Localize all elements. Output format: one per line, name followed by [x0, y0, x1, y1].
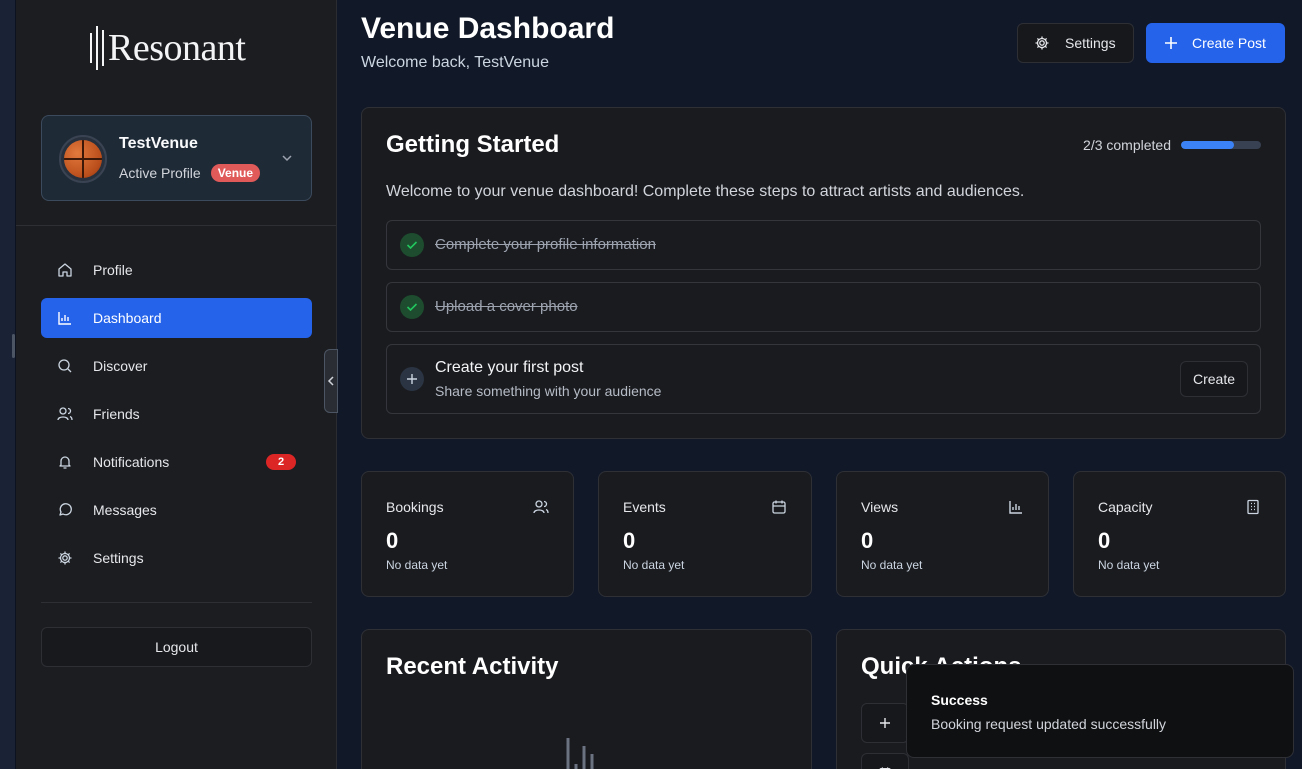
sidebar-item-settings[interactable]: Settings — [41, 538, 312, 578]
sidebar-item-friends[interactable]: Friends — [41, 394, 312, 434]
quick-action-add-button[interactable] — [861, 703, 909, 743]
sidebar: Resonant TestVenue Active Profile Venue … — [16, 0, 337, 769]
stat-label: Events — [623, 499, 666, 515]
progress-indicator: 2/3 completed — [1083, 137, 1261, 153]
toast-title: Success — [931, 692, 988, 708]
stat-card-bookings: Bookings 0 No data yet — [361, 471, 574, 597]
profile-status-text: Active Profile — [119, 165, 201, 181]
sidebar-item-dashboard[interactable]: Dashboard — [41, 298, 312, 338]
divider — [41, 602, 312, 603]
calendar-icon — [772, 500, 786, 514]
create-step-button[interactable]: Create — [1180, 361, 1248, 397]
plus-icon — [1165, 37, 1177, 49]
step-complete-profile[interactable]: Complete your profile information — [386, 220, 1261, 270]
stat-card-capacity: Capacity 0 No data yet — [1073, 471, 1286, 597]
gear-icon — [58, 551, 72, 565]
stat-note: No data yet — [623, 558, 685, 572]
sidebar-item-label: Messages — [93, 502, 157, 518]
stat-label: Capacity — [1098, 499, 1153, 515]
quick-action-calendar-button[interactable] — [861, 753, 909, 769]
bell-icon — [59, 456, 71, 469]
sidebar-item-notifications[interactable]: Notifications 2 — [41, 442, 312, 482]
logout-button[interactable]: Logout — [41, 627, 312, 667]
collapse-sidebar-button[interactable] — [324, 349, 338, 413]
sidebar-item-label: Profile — [93, 262, 133, 278]
search-icon — [58, 359, 72, 373]
progress-bar-fill — [1181, 141, 1235, 149]
notification-count-badge: 2 — [266, 454, 296, 470]
stat-value: 0 — [623, 528, 636, 553]
step-title: Upload a cover photo — [435, 298, 578, 315]
profile-name: TestVenue — [119, 135, 198, 152]
page-subtitle: Welcome back, TestVenue — [361, 54, 549, 71]
stat-card-views: Views 0 No data yet — [836, 471, 1049, 597]
sidebar-item-label: Dashboard — [93, 310, 162, 326]
profile-type-badge: Venue — [210, 164, 261, 182]
step-create-first-post: Create your first post Share something w… — [386, 344, 1261, 414]
settings-button-label: Settings — [1065, 35, 1116, 51]
check-icon — [400, 295, 424, 319]
building-icon — [1247, 499, 1259, 515]
step-title: Create your first post — [435, 359, 584, 376]
sidebar-item-label: Discover — [93, 358, 148, 374]
toast-message: Booking request updated successfully — [931, 716, 1167, 732]
stat-label: Bookings — [386, 499, 444, 515]
sidebar-item-profile[interactable]: Profile — [41, 250, 312, 290]
step-subtitle: Share something with your audience — [435, 383, 662, 399]
recent-activity-title: Recent Activity — [386, 653, 559, 680]
message-circle-icon — [59, 503, 72, 516]
progress-bar — [1181, 141, 1261, 149]
profile-status: Active Profile Venue — [119, 164, 261, 182]
home-icon — [58, 263, 72, 277]
step-title: Complete your profile information — [435, 236, 656, 253]
create-post-button[interactable]: Create Post — [1146, 23, 1285, 63]
stat-value: 0 — [386, 528, 399, 553]
chevron-left-icon — [327, 376, 334, 386]
sidebar-item-label: Notifications — [93, 454, 170, 470]
stat-note: No data yet — [861, 558, 923, 572]
left-edge-panel — [0, 0, 16, 769]
users-icon — [57, 407, 73, 421]
page-title: Venue Dashboard — [361, 12, 615, 45]
success-toast[interactable]: Success Booking request updated successf… — [906, 664, 1294, 758]
getting-started-description: Welcome to your venue dashboard! Complet… — [386, 183, 1025, 200]
sidebar-item-messages[interactable]: Messages — [41, 490, 312, 530]
stat-note: No data yet — [1098, 558, 1160, 572]
bar-chart-icon — [566, 738, 594, 769]
stat-value: 0 — [861, 528, 874, 553]
recent-activity-card: Recent Activity — [361, 629, 812, 769]
plus-icon — [400, 367, 424, 391]
create-post-button-label: Create Post — [1192, 35, 1266, 51]
logo-bars-icon — [90, 26, 104, 70]
logo-text: Resonant — [108, 27, 246, 69]
check-icon — [400, 233, 424, 257]
sidebar-item-discover[interactable]: Discover — [41, 346, 312, 386]
stat-card-events: Events 0 No data yet — [598, 471, 812, 597]
stat-note: No data yet — [386, 558, 448, 572]
divider — [16, 225, 336, 226]
getting-started-title: Getting Started — [386, 131, 560, 158]
app-logo[interactable]: Resonant — [90, 26, 246, 70]
plus-icon — [880, 718, 890, 728]
chevron-down-icon — [282, 155, 292, 162]
basketball-image — [64, 140, 102, 178]
getting-started-card: Getting Started 2/3 completed Welcome to… — [361, 107, 1286, 439]
stat-label: Views — [861, 499, 899, 515]
bar-chart-icon — [1009, 501, 1022, 514]
sidebar-item-label: Friends — [93, 406, 140, 422]
gear-icon — [1035, 36, 1049, 50]
profile-switcher[interactable]: TestVenue Active Profile Venue — [41, 115, 312, 201]
progress-text: 2/3 completed — [1083, 137, 1171, 153]
settings-button[interactable]: Settings — [1017, 23, 1134, 63]
stat-value: 0 — [1098, 528, 1111, 553]
resize-handle[interactable] — [12, 334, 15, 358]
bar-chart-icon — [58, 312, 71, 325]
step-upload-cover[interactable]: Upload a cover photo — [386, 282, 1261, 332]
users-icon — [533, 500, 549, 514]
sidebar-nav: Profile Dashboard Discover Friends Notif… — [41, 250, 312, 586]
sidebar-item-label: Settings — [93, 550, 144, 566]
avatar — [59, 135, 107, 183]
